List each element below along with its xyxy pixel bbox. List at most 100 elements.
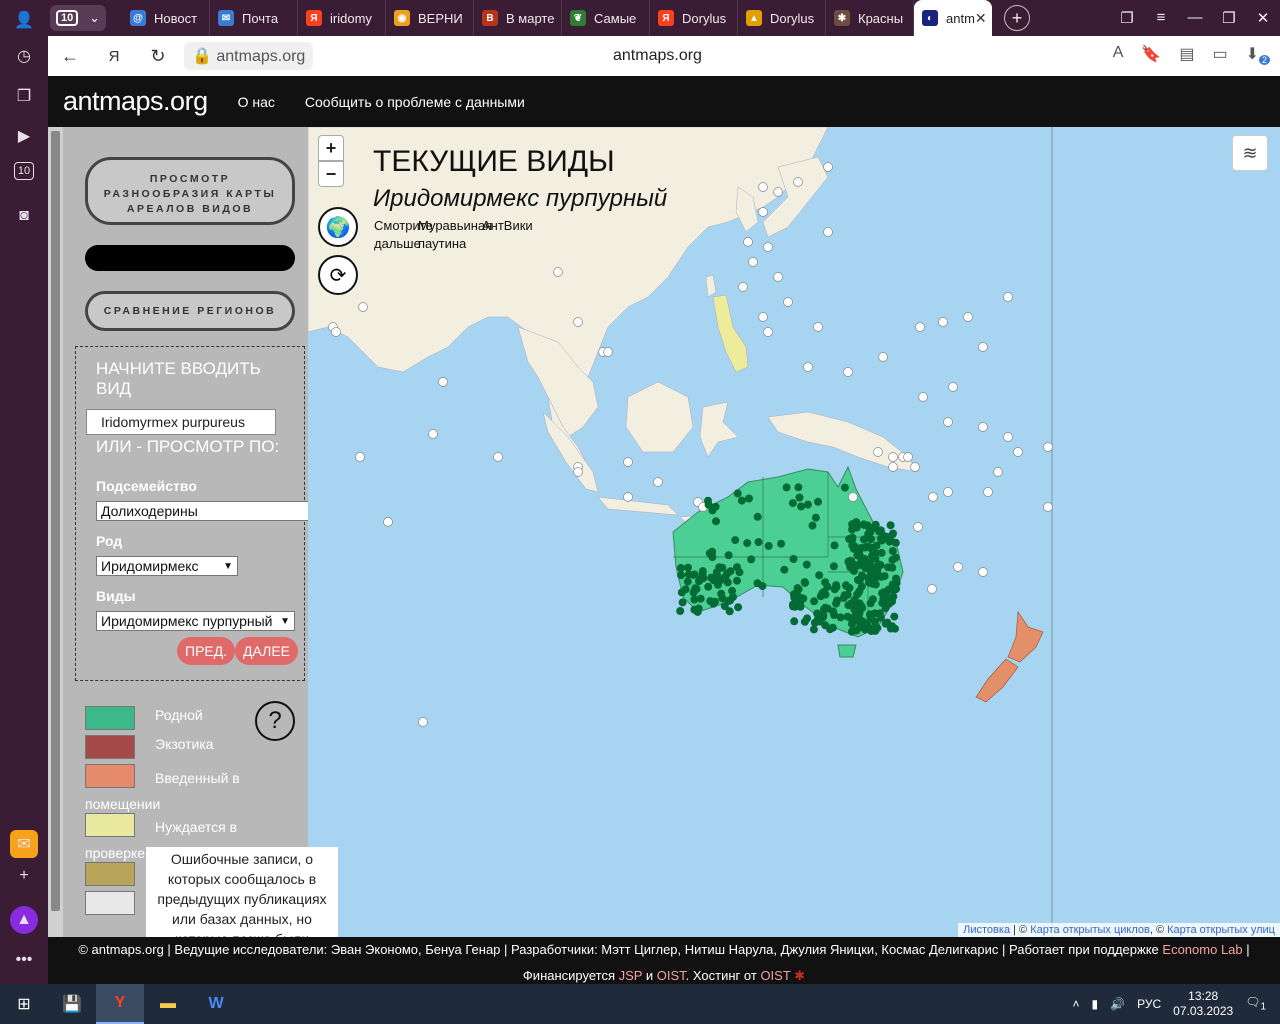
occurrence-record[interactable] <box>848 533 857 542</box>
occurrence-record[interactable] <box>840 591 849 600</box>
attribution-osm[interactable]: Карта открытых улиц <box>1167 924 1275 936</box>
occurrence-record[interactable] <box>777 539 786 548</box>
footer-jsp[interactable]: JSP <box>619 968 643 983</box>
occurrence-record[interactable] <box>728 586 737 595</box>
occurrence-record[interactable] <box>724 551 733 560</box>
island-marker[interactable] <box>993 467 1003 477</box>
occurrence-record[interactable] <box>810 597 819 606</box>
occurrence-record[interactable] <box>790 617 799 626</box>
occurrence-record[interactable] <box>795 493 804 502</box>
occurrence-record[interactable] <box>709 599 718 608</box>
alice-icon[interactable]: ▲ <box>10 906 38 934</box>
occurrence-record[interactable] <box>735 568 744 577</box>
island-marker[interactable] <box>927 584 937 594</box>
legend-help-button[interactable]: ? <box>255 701 295 741</box>
occurrence-record[interactable] <box>782 483 791 492</box>
occurrence-record[interactable] <box>820 605 828 614</box>
occurrence-record[interactable] <box>754 538 763 547</box>
island-marker[interactable] <box>758 312 768 322</box>
new-tab-button[interactable]: + <box>1004 5 1030 31</box>
occurrence-record[interactable] <box>683 577 692 586</box>
mail-icon[interactable]: ✉ <box>10 830 38 858</box>
occurrence-record[interactable] <box>871 523 879 532</box>
island-marker[interactable] <box>358 302 368 312</box>
island-marker[interactable] <box>878 352 888 362</box>
browser-tab[interactable]: ✉ Почта <box>210 0 298 36</box>
notification-icon[interactable]: 🗨1 <box>1245 995 1266 1012</box>
occurrence-record[interactable] <box>815 571 824 580</box>
island-marker[interactable] <box>573 317 583 327</box>
occurrence-record[interactable] <box>733 489 742 498</box>
island-marker[interactable] <box>918 392 928 402</box>
island-marker[interactable] <box>603 347 613 357</box>
island-marker[interactable] <box>793 177 803 187</box>
island-marker[interactable] <box>903 452 913 462</box>
island-marker[interactable] <box>848 492 858 502</box>
yandex-icon[interactable]: Я <box>92 48 136 65</box>
island-marker[interactable] <box>763 327 773 337</box>
browser-tab[interactable]: ◉ ВЕРНИ <box>386 0 474 36</box>
occurrence-record[interactable] <box>684 570 693 579</box>
island-marker[interactable] <box>978 422 988 432</box>
browser-tab[interactable]: ◐ antm ✕ <box>914 0 992 36</box>
profile-icon[interactable]: 👤 <box>10 6 38 34</box>
occurrence-record[interactable] <box>888 547 897 556</box>
island-marker[interactable] <box>873 447 883 457</box>
occurrence-record[interactable] <box>820 587 828 596</box>
occurrence-record[interactable] <box>832 599 841 608</box>
close-icon[interactable]: ✕ <box>1246 9 1280 27</box>
occurrence-record[interactable] <box>821 578 830 587</box>
occurrence-record[interactable] <box>830 541 839 550</box>
occurrence-record[interactable] <box>857 582 866 591</box>
occurrence-record[interactable] <box>747 555 756 564</box>
occurrence-record[interactable] <box>884 585 893 594</box>
occurrence-record[interactable] <box>860 535 868 544</box>
island-marker[interactable] <box>418 717 428 727</box>
island-marker[interactable] <box>803 362 813 372</box>
occurrence-record[interactable] <box>868 552 877 560</box>
word-icon[interactable]: W <box>192 984 240 1024</box>
video-icon[interactable]: ▶ <box>10 122 38 150</box>
occurrence-record[interactable] <box>684 563 692 572</box>
occurrence-record[interactable] <box>856 544 865 553</box>
clock[interactable]: 13:28 07.03.2023 <box>1173 989 1233 1019</box>
island-marker[interactable] <box>823 227 833 237</box>
world-map-icon[interactable]: 🌍 <box>318 207 358 247</box>
occurrence-record[interactable] <box>708 553 717 562</box>
occurrence-record[interactable] <box>753 512 762 521</box>
island-marker[interactable] <box>888 452 898 462</box>
island-marker[interactable] <box>813 322 823 332</box>
footer-oist-1[interactable]: OIST <box>657 968 686 983</box>
occurrence-record[interactable] <box>788 499 797 508</box>
browser-tab[interactable]: ▲ Dorylus <box>738 0 826 36</box>
attribution-leaflet[interactable]: Листовка <box>963 924 1010 936</box>
sidebar-scrollbar[interactable] <box>48 127 63 937</box>
occurrence-record[interactable] <box>852 612 861 621</box>
occurrence-record[interactable] <box>694 604 703 613</box>
island-marker[interactable] <box>1003 292 1013 302</box>
occurrence-record[interactable] <box>842 582 851 591</box>
occurrence-record[interactable] <box>814 497 822 506</box>
occurrence-record[interactable] <box>789 555 798 563</box>
browser-tab[interactable]: @ Новост <box>122 0 210 36</box>
occurrence-record[interactable] <box>697 574 706 583</box>
history-icon[interactable]: ◷ <box>10 42 38 70</box>
reload-icon[interactable]: ↻ <box>136 46 180 67</box>
island-marker[interactable] <box>1013 447 1023 457</box>
occurrence-record[interactable] <box>780 565 789 574</box>
browser-tab[interactable]: Яiridomy <box>298 0 386 36</box>
island-marker[interactable] <box>738 282 748 292</box>
island-marker[interactable] <box>948 382 958 392</box>
occurrence-record[interactable] <box>870 576 879 584</box>
species-select[interactable]: Иридомирмекс пурпурный ▼ <box>96 611 295 631</box>
site-logo[interactable]: antmaps.org <box>63 86 208 117</box>
island-marker[interactable] <box>743 237 753 247</box>
island-marker[interactable] <box>915 322 925 332</box>
refresh-icon[interactable]: ⟳ <box>318 255 358 295</box>
island-marker[interactable] <box>773 272 783 282</box>
island-marker[interactable] <box>748 257 758 267</box>
island-marker[interactable] <box>758 182 768 192</box>
occurrence-record[interactable] <box>692 585 701 593</box>
island-marker[interactable] <box>623 457 633 467</box>
occurrence-record[interactable] <box>803 500 812 509</box>
